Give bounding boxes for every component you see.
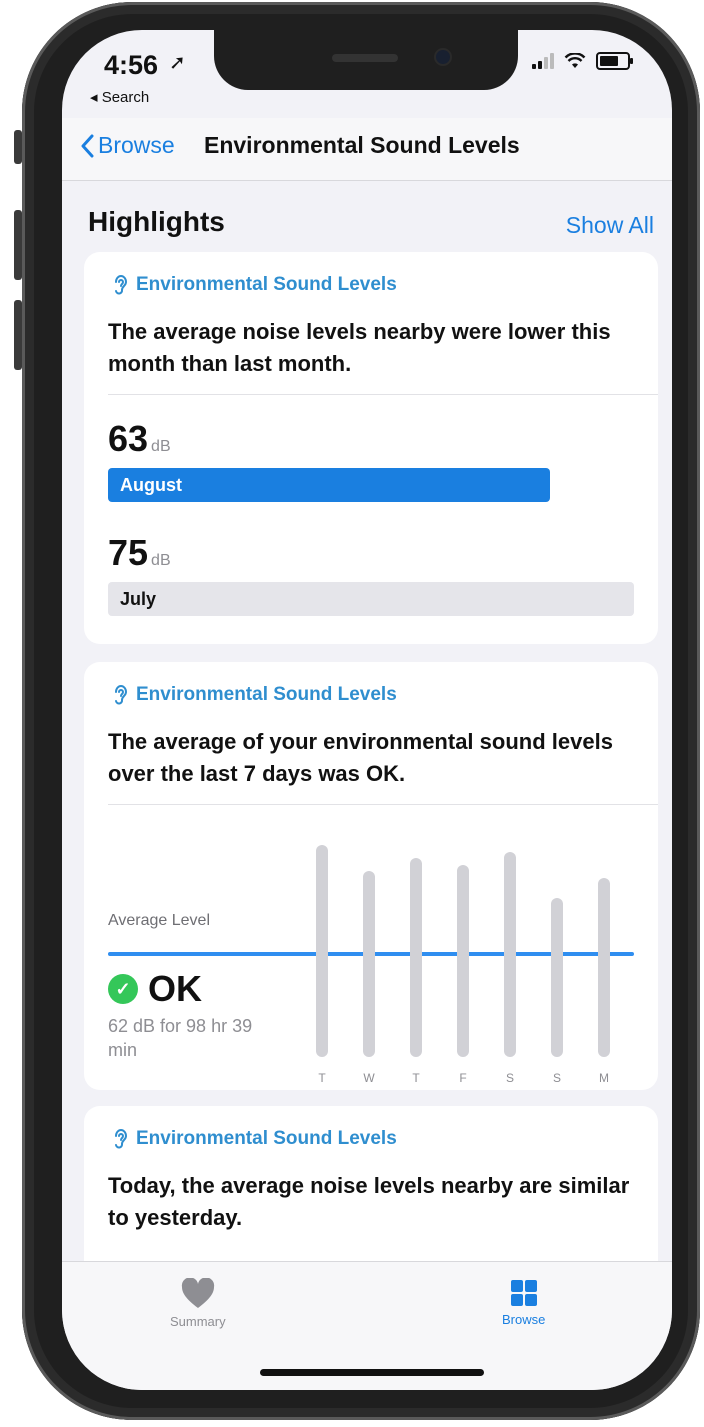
navigation-bar: Browse Environmental Sound Levels bbox=[62, 118, 672, 181]
day-label: T bbox=[412, 1071, 420, 1085]
card-category: Environmental Sound Levels bbox=[112, 684, 397, 706]
day-bar bbox=[363, 871, 375, 1057]
day-label: W bbox=[363, 1071, 375, 1085]
tab-browse[interactable]: Browse bbox=[502, 1278, 545, 1327]
grid-icon bbox=[510, 1280, 537, 1306]
card-category-label: Environmental Sound Levels bbox=[136, 274, 397, 295]
volume-down-button bbox=[14, 300, 22, 370]
day-label: S bbox=[505, 1071, 514, 1085]
day-bar bbox=[316, 844, 328, 1057]
tab-summary-label: Summary bbox=[170, 1314, 226, 1329]
previous-month-value: 75 dB bbox=[108, 532, 171, 574]
status-time: 4:56 bbox=[104, 50, 159, 80]
volume-up-button bbox=[14, 210, 22, 280]
tab-summary[interactable]: Summary bbox=[170, 1278, 226, 1329]
current-value-number: 63 bbox=[108, 418, 149, 459]
highlight-card-weekly[interactable]: Environmental Sound Levels The average o… bbox=[84, 662, 658, 1090]
back-button-label: Browse bbox=[98, 132, 175, 158]
day-label: M bbox=[599, 1071, 609, 1085]
previous-value-unit: dB bbox=[151, 552, 171, 569]
speaker-grille bbox=[332, 54, 398, 62]
show-all-button[interactable]: Show All bbox=[566, 212, 654, 239]
divider bbox=[108, 394, 658, 395]
ear-icon bbox=[115, 1129, 128, 1149]
card-category-label: Environmental Sound Levels bbox=[136, 684, 397, 705]
card-summary: The average noise levels nearby were low… bbox=[108, 319, 611, 376]
current-month-value: 63 dB bbox=[108, 418, 171, 460]
day-bar bbox=[598, 878, 610, 1057]
status-text: OK bbox=[148, 968, 202, 1009]
heart-icon bbox=[181, 1278, 214, 1308]
mute-switch bbox=[14, 130, 22, 164]
average-level-label: Average Level bbox=[108, 912, 210, 929]
camera bbox=[436, 50, 450, 64]
tab-bar: Summary Browse bbox=[62, 1261, 672, 1390]
card-category: Environmental Sound Levels bbox=[112, 274, 397, 296]
battery-icon bbox=[596, 52, 633, 70]
current-month-bar: August bbox=[108, 468, 550, 502]
divider bbox=[108, 804, 658, 805]
back-button[interactable]: Browse bbox=[80, 132, 175, 159]
ear-icon bbox=[115, 275, 128, 295]
day-label: F bbox=[459, 1071, 467, 1085]
tab-browse-label: Browse bbox=[502, 1312, 546, 1327]
day-label: S bbox=[552, 1071, 561, 1085]
status-icons bbox=[532, 52, 633, 70]
signal-icon bbox=[532, 53, 554, 69]
back-to-app-link[interactable]: ◂ Search bbox=[90, 88, 149, 106]
current-value-unit: dB bbox=[151, 438, 171, 455]
screen: 4:56 ➚ ◂ Search Browse Environmental Sou… bbox=[62, 30, 672, 1390]
section-title: Highlights bbox=[88, 206, 225, 237]
previous-month-bar: July bbox=[108, 582, 634, 616]
status-indicator: ✓ OK bbox=[108, 968, 202, 1010]
card-category-label: Environmental Sound Levels bbox=[136, 1128, 397, 1149]
chevron-left-icon bbox=[81, 134, 94, 157]
ear-icon bbox=[115, 685, 128, 705]
notch bbox=[214, 30, 518, 90]
page-title: Environmental Sound Levels bbox=[204, 132, 520, 158]
card-summary: The average of your environmental sound … bbox=[108, 729, 613, 786]
day-bar bbox=[457, 864, 469, 1057]
highlight-card-monthly[interactable]: Environmental Sound Levels The average n… bbox=[84, 252, 658, 644]
previous-value-number: 75 bbox=[108, 532, 149, 573]
status-detail: 62 dB for 98 hr 39 min bbox=[108, 1016, 253, 1060]
day-label: T bbox=[318, 1071, 326, 1085]
wifi-icon bbox=[564, 53, 586, 68]
location-arrow-icon: ➚ bbox=[169, 52, 186, 74]
day-bar bbox=[504, 851, 516, 1057]
checkmark-icon: ✓ bbox=[108, 974, 138, 1004]
previous-month-label: July bbox=[120, 588, 157, 609]
card-category: Environmental Sound Levels bbox=[112, 1128, 397, 1150]
day-bar bbox=[551, 897, 563, 1057]
current-month-label: August bbox=[120, 474, 182, 495]
day-bar bbox=[410, 858, 422, 1057]
home-indicator bbox=[260, 1369, 484, 1376]
card-summary: Today, the average noise levels nearby a… bbox=[108, 1173, 630, 1230]
